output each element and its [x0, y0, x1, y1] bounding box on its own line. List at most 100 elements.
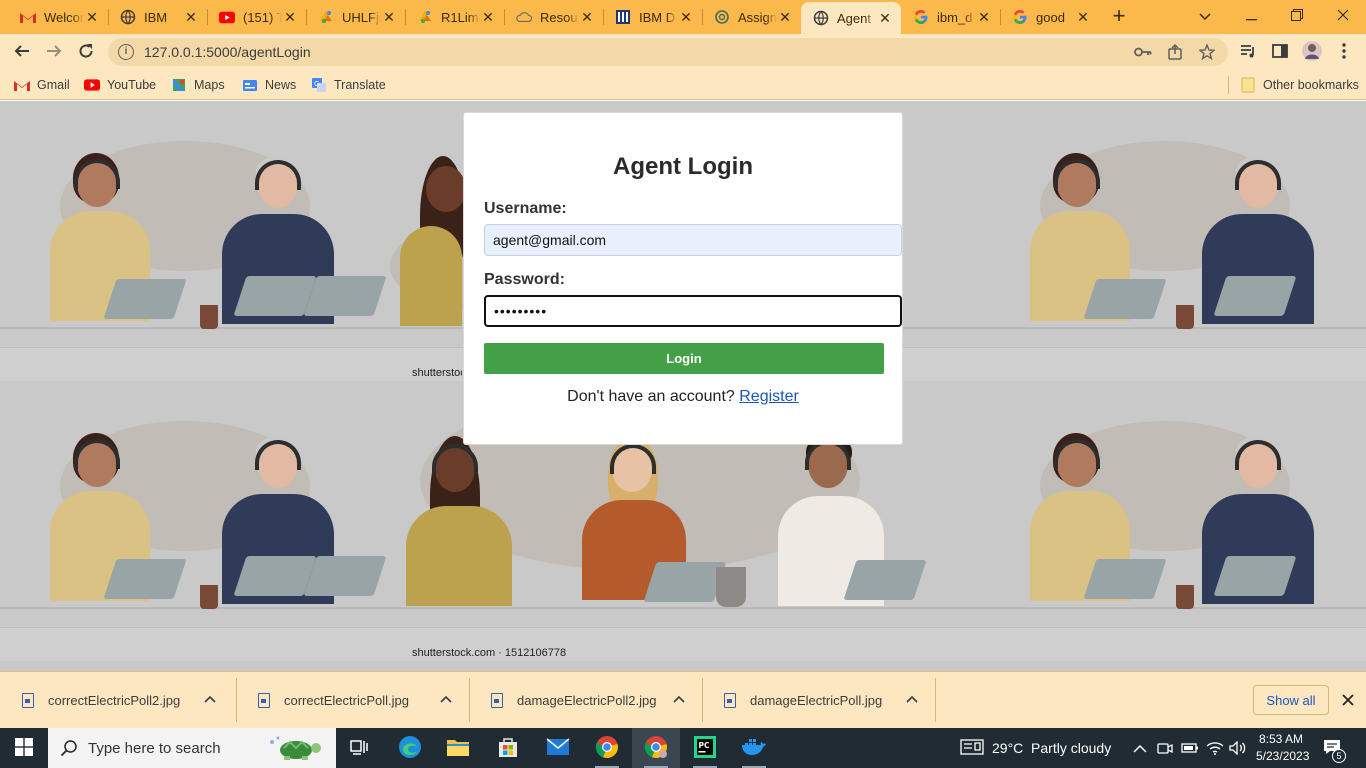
minimize-button[interactable] — [1228, 0, 1274, 32]
reading-list-button[interactable] — [1234, 38, 1262, 66]
back-button[interactable] — [8, 38, 36, 66]
taskbar-file-explorer[interactable] — [434, 728, 482, 768]
download-filename: correctElectricPoll2.jpg — [48, 693, 181, 708]
start-button[interactable] — [0, 728, 48, 768]
close-icon[interactable]: ✕ — [282, 9, 298, 25]
tab-title: UHLFjr — [342, 9, 381, 25]
download-item[interactable]: correctElectricPoll2.jpg — [0, 672, 233, 729]
forward-button[interactable] — [40, 38, 68, 66]
tab-gmail[interactable]: Welcome ✕ — [8, 2, 108, 32]
tab-ibm-d-search[interactable]: ibm_d ✕ — [901, 2, 1000, 32]
tab-colab-1[interactable]: UHLFjr ✕ — [306, 2, 405, 32]
close-icon[interactable]: ✕ — [183, 9, 199, 25]
tab-youtube[interactable]: (151) T ✕ — [207, 2, 306, 32]
chrome-icon — [644, 735, 668, 762]
task-view-button[interactable] — [336, 728, 384, 768]
tab-title: R1Limp — [441, 9, 480, 25]
bookmark-youtube[interactable]: YouTube — [84, 76, 156, 94]
close-icon[interactable]: ✕ — [777, 9, 793, 25]
agent-illustration — [1020, 151, 1167, 331]
bookmark-news[interactable]: News — [242, 76, 296, 94]
reload-button[interactable] — [72, 38, 100, 66]
taskbar-docker[interactable] — [730, 728, 778, 768]
mail-icon — [546, 737, 570, 759]
close-icon[interactable]: ✕ — [381, 9, 397, 25]
taskbar-chrome[interactable] — [583, 728, 631, 768]
bookmark-label: News — [265, 78, 297, 92]
tab-search-button[interactable] — [1182, 0, 1228, 32]
weather-widget[interactable]: 29°C Partly cloudy — [960, 728, 1111, 768]
key-icon[interactable] — [1134, 44, 1152, 60]
minimize-icon — [1245, 8, 1257, 24]
password-input[interactable] — [484, 295, 902, 327]
close-icon[interactable]: ✕ — [1075, 9, 1091, 25]
globe-icon — [120, 9, 136, 25]
taskbar-store[interactable] — [484, 728, 532, 768]
close-icon[interactable]: ✕ — [678, 9, 694, 25]
tab-colab-2[interactable]: R1Limp ✕ — [405, 2, 504, 32]
clock-date: 5/23/2023 — [1256, 749, 1310, 763]
meet-now-icon[interactable] — [1157, 728, 1173, 768]
mug — [1176, 585, 1194, 609]
chevron-up-icon[interactable] — [439, 692, 453, 706]
side-panel-button[interactable] — [1266, 38, 1294, 66]
profile-button[interactable] — [1298, 38, 1326, 66]
menu-button[interactable] — [1330, 38, 1358, 66]
share-icon[interactable] — [1166, 44, 1184, 60]
tab-resources[interactable]: Resour ✕ — [504, 2, 603, 32]
show-all-button[interactable]: Show all — [1253, 685, 1329, 715]
close-icon[interactable]: ✕ — [480, 9, 496, 25]
taskbar-search[interactable]: Type here to search — [48, 728, 336, 768]
taskbar-mail[interactable] — [534, 728, 582, 768]
close-icon[interactable]: ✕ — [579, 9, 595, 25]
gmail-icon — [14, 77, 30, 93]
restore-button[interactable] — [1274, 0, 1320, 32]
username-input[interactable] — [484, 224, 902, 256]
image-credit: shutterstock.com · 1512106778 — [412, 367, 462, 379]
tab-assign[interactable]: Assign ✕ — [702, 2, 801, 32]
download-item[interactable]: correctElectricPoll.jpg — [236, 672, 469, 729]
bookmark-label: YouTube — [107, 78, 157, 92]
taskbar-edge[interactable] — [386, 728, 434, 768]
bookmark-gmail[interactable]: Gmail — [14, 76, 70, 94]
bookmark-translate[interactable]: G Translate — [311, 76, 386, 94]
new-tab-button[interactable]: + — [1108, 5, 1130, 27]
show-hidden-icons[interactable] — [1133, 728, 1147, 768]
download-item[interactable]: damageElectricPoll.jpg — [702, 672, 935, 729]
close-icon[interactable]: ✕ — [877, 10, 893, 26]
login-button[interactable]: Login — [484, 343, 884, 374]
tab-ibm[interactable]: IBM ✕ — [108, 2, 207, 32]
taskbar-chrome-profile[interactable] — [632, 728, 680, 768]
chevron-up-icon[interactable] — [905, 692, 919, 706]
close-icon[interactable]: ✕ — [976, 9, 992, 25]
bookmark-maps[interactable]: Maps — [171, 76, 225, 94]
chevron-up-icon[interactable] — [203, 692, 217, 706]
wifi-icon[interactable] — [1206, 728, 1224, 768]
star-icon[interactable] — [1198, 44, 1216, 60]
download-item[interactable]: damageElectricPoll2.jpg — [469, 672, 702, 729]
tab-good-search[interactable]: good ✕ — [1000, 2, 1099, 32]
volume-icon[interactable] — [1229, 728, 1247, 768]
notification-center[interactable]: 5 — [1322, 728, 1346, 768]
chevron-up-icon — [1133, 740, 1147, 756]
url-text[interactable]: 127.0.0.1:5000/agentLogin — [144, 44, 311, 60]
battery-icon[interactable] — [1181, 728, 1199, 768]
tab-agent-login[interactable]: Agent ✕ — [801, 2, 901, 34]
window-close-button[interactable] — [1320, 0, 1366, 32]
tab-ibm-dashboard[interactable]: IBM D ✕ — [603, 2, 702, 32]
close-icon[interactable]: ✕ — [84, 9, 100, 25]
agent-illustration — [1190, 436, 1330, 616]
globe-icon — [813, 10, 829, 26]
close-icon[interactable] — [1338, 690, 1358, 710]
address-bar[interactable]: i 127.0.0.1:5000/agentLogin — [108, 38, 1228, 66]
info-icon[interactable]: i — [118, 44, 134, 60]
youtube-icon — [219, 9, 235, 25]
system-clock[interactable]: 8:53 AM 5/23/2023 — [1256, 731, 1310, 765]
image-footer — [980, 627, 1366, 661]
register-link[interactable]: Register — [739, 388, 799, 405]
chevron-up-icon[interactable] — [672, 692, 686, 706]
register-prompt-text: Don't have an account? — [567, 388, 735, 405]
other-bookmarks[interactable]: Other bookmarks — [1240, 76, 1359, 94]
tab-title: Assign — [738, 9, 777, 25]
taskbar-pycharm[interactable]: PC — [681, 728, 729, 768]
